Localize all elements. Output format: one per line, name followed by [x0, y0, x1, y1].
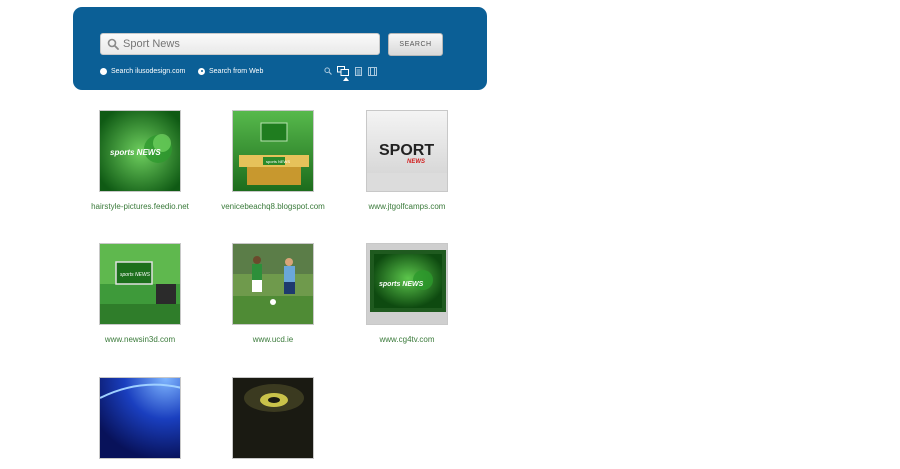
mode-search-icon[interactable] — [323, 66, 332, 76]
radio-button-selected[interactable] — [198, 67, 205, 75]
radio-button[interactable] — [100, 67, 107, 75]
mode-video-icon[interactable] — [368, 66, 377, 76]
thumb-logo-text: SPORT — [379, 142, 434, 159]
thumb-logo-subtext: NEWS — [407, 159, 425, 165]
result-caption[interactable]: www.newsin3d.com — [73, 335, 207, 344]
result-caption[interactable]: www.jtgolfcamps.com — [340, 202, 474, 211]
search-button[interactable]: SEARCH — [388, 33, 443, 56]
result-caption[interactable]: hairstyle-pictures.feedio.net — [73, 202, 207, 211]
radio-search-web[interactable]: Search from Web — [198, 66, 263, 76]
image-result[interactable]: SPORT NEWS www.jtgolfcamps.com — [340, 110, 474, 211]
result-caption[interactable]: www.ucd.ie — [206, 335, 340, 344]
mode-image-icon[interactable] — [337, 66, 349, 76]
image-thumbnail[interactable]: sports NEWS — [99, 110, 181, 192]
thumb-logo-text: sports NEWS — [110, 148, 161, 157]
image-thumbnail[interactable]: sports NEWS — [232, 110, 314, 192]
search-icon — [107, 38, 119, 50]
image-result[interactable]: sports NEWS hairstyle-pictures.feedio.ne… — [73, 110, 207, 211]
thumb-logo-text: sports NEWS — [266, 159, 290, 164]
result-caption[interactable]: venicebeachq8.blogspot.com — [206, 202, 340, 211]
thumb-logo-text: sports NEWS — [379, 281, 424, 288]
radio-label: Search from Web — [209, 67, 264, 75]
image-thumbnail[interactable]: SPORT NEWS — [366, 110, 448, 192]
search-panel: SEARCH Search ilusodesign.com Search fro… — [73, 7, 487, 90]
image-thumbnail[interactable] — [232, 243, 314, 325]
image-thumbnail[interactable] — [99, 377, 181, 459]
image-thumbnail[interactable] — [232, 377, 314, 459]
thumb-logo-text: sports NEWS — [120, 272, 151, 278]
mode-document-icon[interactable] — [354, 66, 363, 76]
search-mode-selector — [323, 64, 377, 78]
image-result[interactable]: sports NEWS venicebeachq8.blogspot.com — [206, 110, 340, 211]
result-caption[interactable]: www.cg4tv.com — [340, 335, 474, 344]
image-thumbnail[interactable]: sports NEWS — [366, 243, 448, 325]
search-input[interactable] — [123, 34, 373, 54]
radio-search-site[interactable]: Search ilusodesign.com — [100, 66, 185, 76]
image-result[interactable]: sports NEWS www.newsin3d.com — [73, 243, 207, 344]
image-result[interactable] — [73, 377, 207, 469]
image-result[interactable] — [206, 377, 340, 469]
image-thumbnail[interactable]: sports NEWS — [99, 243, 181, 325]
radio-label: Search ilusodesign.com — [111, 67, 186, 75]
image-result[interactable]: www.ucd.ie — [206, 243, 340, 344]
selected-mode-pointer — [343, 77, 349, 81]
image-result[interactable]: sports NEWS www.cg4tv.com — [340, 243, 474, 344]
search-box[interactable] — [100, 33, 380, 55]
